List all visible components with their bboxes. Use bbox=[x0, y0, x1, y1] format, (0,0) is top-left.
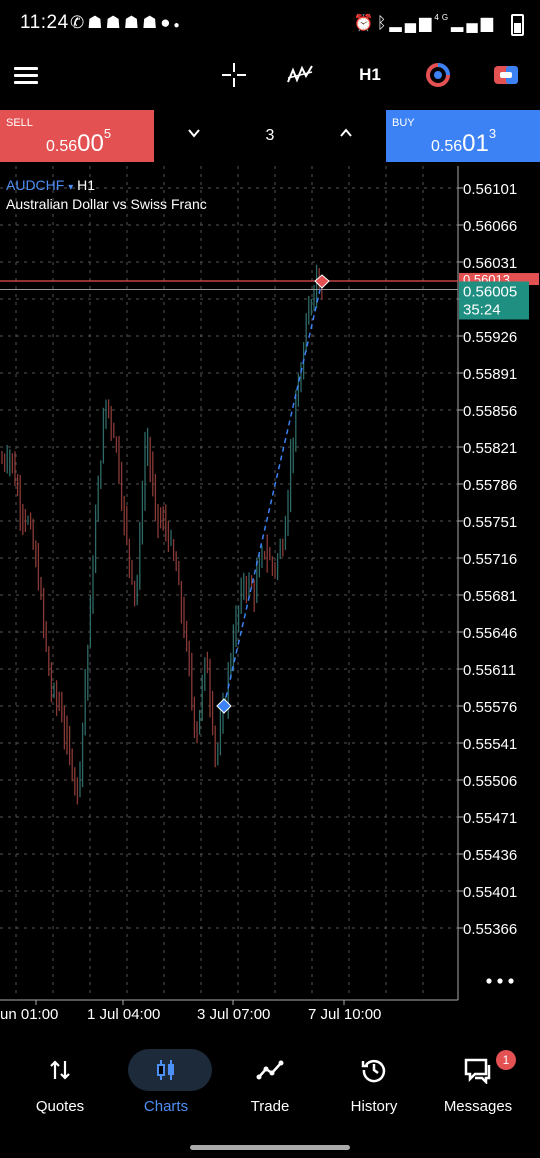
candles-icon bbox=[112, 1056, 220, 1084]
signal-icon: ▂▄▆ bbox=[451, 15, 496, 32]
buy-button[interactable]: BUY 0.56013 bbox=[386, 110, 540, 162]
y-tick-label: 0.55611 bbox=[463, 662, 516, 679]
y-tick-label: 0.55926 bbox=[463, 329, 517, 346]
snapchat-icon: ☗ bbox=[105, 13, 124, 32]
y-tick-label: 0.55891 bbox=[463, 366, 517, 383]
nav-messages[interactable]: 1 Messages bbox=[424, 1040, 532, 1135]
y-tick-label: 0.55681 bbox=[463, 588, 517, 605]
y-tick-label: 0.55821 bbox=[463, 440, 517, 457]
sell-button[interactable]: SELL 0.56005 bbox=[0, 110, 154, 162]
nav-quotes[interactable]: Quotes bbox=[6, 1040, 114, 1135]
trend-line[interactable] bbox=[223, 280, 323, 707]
nav-label: History bbox=[350, 1098, 398, 1115]
y-tick-label: 0.55471 bbox=[463, 810, 517, 827]
nav-charts[interactable]: Charts bbox=[112, 1040, 220, 1135]
chart-toolbar bbox=[0, 48, 540, 108]
timeframe-button[interactable]: H1 bbox=[350, 50, 390, 100]
x-tick-label: 7 Jul 10:00 bbox=[308, 1006, 381, 1023]
nav-history[interactable]: History bbox=[320, 1040, 428, 1135]
sell-price: 0.56005 bbox=[46, 126, 112, 157]
y-tick-label: 0.55436 bbox=[463, 847, 517, 864]
bid-price-label: 0.56005 bbox=[463, 283, 517, 300]
messages-badge: 1 bbox=[496, 1050, 516, 1070]
y-tick-label: 0.56101 bbox=[463, 181, 517, 198]
lot-decrease-button[interactable] bbox=[174, 124, 214, 145]
4g-icon: 4G bbox=[434, 13, 452, 22]
more-dots-icon[interactable] bbox=[486, 978, 492, 984]
message-bubble-icon: ● bbox=[160, 13, 174, 32]
snapchat-icon: ☗ bbox=[87, 13, 106, 32]
trade-toggle-icon[interactable] bbox=[486, 50, 526, 100]
snapchat-icon: ☗ bbox=[123, 13, 142, 32]
trade-trend-icon bbox=[216, 1056, 324, 1084]
battery-icon bbox=[511, 14, 524, 36]
buy-price: 0.56013 bbox=[431, 126, 497, 157]
y-tick-label: 0.55506 bbox=[463, 773, 517, 790]
system-icons: ⏰ᛒ▂▄▆4G▂▄▆ bbox=[354, 13, 496, 33]
nav-label: Trade bbox=[250, 1098, 290, 1115]
y-tick-label: 0.55786 bbox=[463, 477, 517, 494]
y-tick-label: 0.55856 bbox=[463, 403, 517, 420]
chart-symbol[interactable]: AUDCHF ▾ H1 bbox=[6, 177, 95, 193]
status-time: 11:24 bbox=[20, 12, 69, 33]
snapchat-icon: ☗ bbox=[142, 13, 161, 32]
y-tick-label: 0.55751 bbox=[463, 514, 517, 531]
x-tick-label: 3 Jul 07:00 bbox=[197, 1006, 270, 1023]
y-tick-label: 0.56066 bbox=[463, 218, 517, 235]
status-bar: 11:24 ✆☗☗☗☗●● ⏰ᛒ▂▄▆4G▂▄▆ bbox=[0, 0, 540, 48]
alarm-icon: ⏰ bbox=[353, 15, 377, 32]
y-tick-label: 0.55646 bbox=[463, 625, 517, 642]
lot-value[interactable]: 3 bbox=[250, 127, 290, 145]
objects-icon[interactable] bbox=[418, 50, 458, 100]
buy-label: BUY bbox=[392, 117, 415, 129]
x-tick-label: un 01:00 bbox=[0, 1006, 58, 1023]
signal-icon: ▂▄▆ bbox=[389, 15, 435, 32]
y-tick-label: 0.56031 bbox=[463, 255, 517, 272]
y-tick-label: 0.55401 bbox=[463, 884, 517, 901]
crosshair-icon[interactable] bbox=[214, 50, 254, 100]
history-clock-icon bbox=[320, 1056, 428, 1084]
bluetooth-icon: ᛒ bbox=[376, 15, 390, 32]
y-tick-label: 0.55576 bbox=[463, 699, 517, 716]
dot-icon: ● bbox=[173, 20, 183, 31]
sell-label: SELL bbox=[6, 117, 33, 129]
chart-description: Australian Dollar vs Swiss Franc bbox=[6, 196, 207, 212]
more-dots-icon[interactable] bbox=[508, 978, 514, 984]
indicators-icon[interactable] bbox=[280, 50, 320, 100]
notification-icons: ✆☗☗☗☗●● bbox=[70, 13, 183, 33]
quotes-arrows-icon bbox=[6, 1056, 114, 1084]
y-tick-label: 0.55716 bbox=[463, 551, 517, 568]
lot-selector: 3 bbox=[154, 110, 386, 162]
buy-marker[interactable] bbox=[216, 698, 232, 714]
whatsapp-icon: ✆ bbox=[70, 13, 88, 32]
menu-icon[interactable] bbox=[6, 50, 46, 100]
more-dots-icon[interactable] bbox=[497, 978, 503, 984]
nav-trade[interactable]: Trade bbox=[216, 1040, 324, 1135]
home-indicator[interactable] bbox=[190, 1145, 350, 1150]
nav-label: Charts bbox=[143, 1098, 189, 1115]
nav-label: Quotes bbox=[35, 1098, 85, 1115]
y-tick-label: 0.55366 bbox=[463, 921, 517, 938]
y-tick-label: 0.55541 bbox=[463, 736, 517, 753]
nav-label: Messages bbox=[443, 1098, 513, 1115]
lot-increase-button[interactable] bbox=[326, 124, 366, 145]
x-tick-label: 1 Jul 04:00 bbox=[87, 1006, 160, 1023]
bar-countdown: 35:24 bbox=[463, 301, 501, 318]
price-chart[interactable]: 0.561010.560660.560310.559610.559260.558… bbox=[0, 166, 540, 1036]
